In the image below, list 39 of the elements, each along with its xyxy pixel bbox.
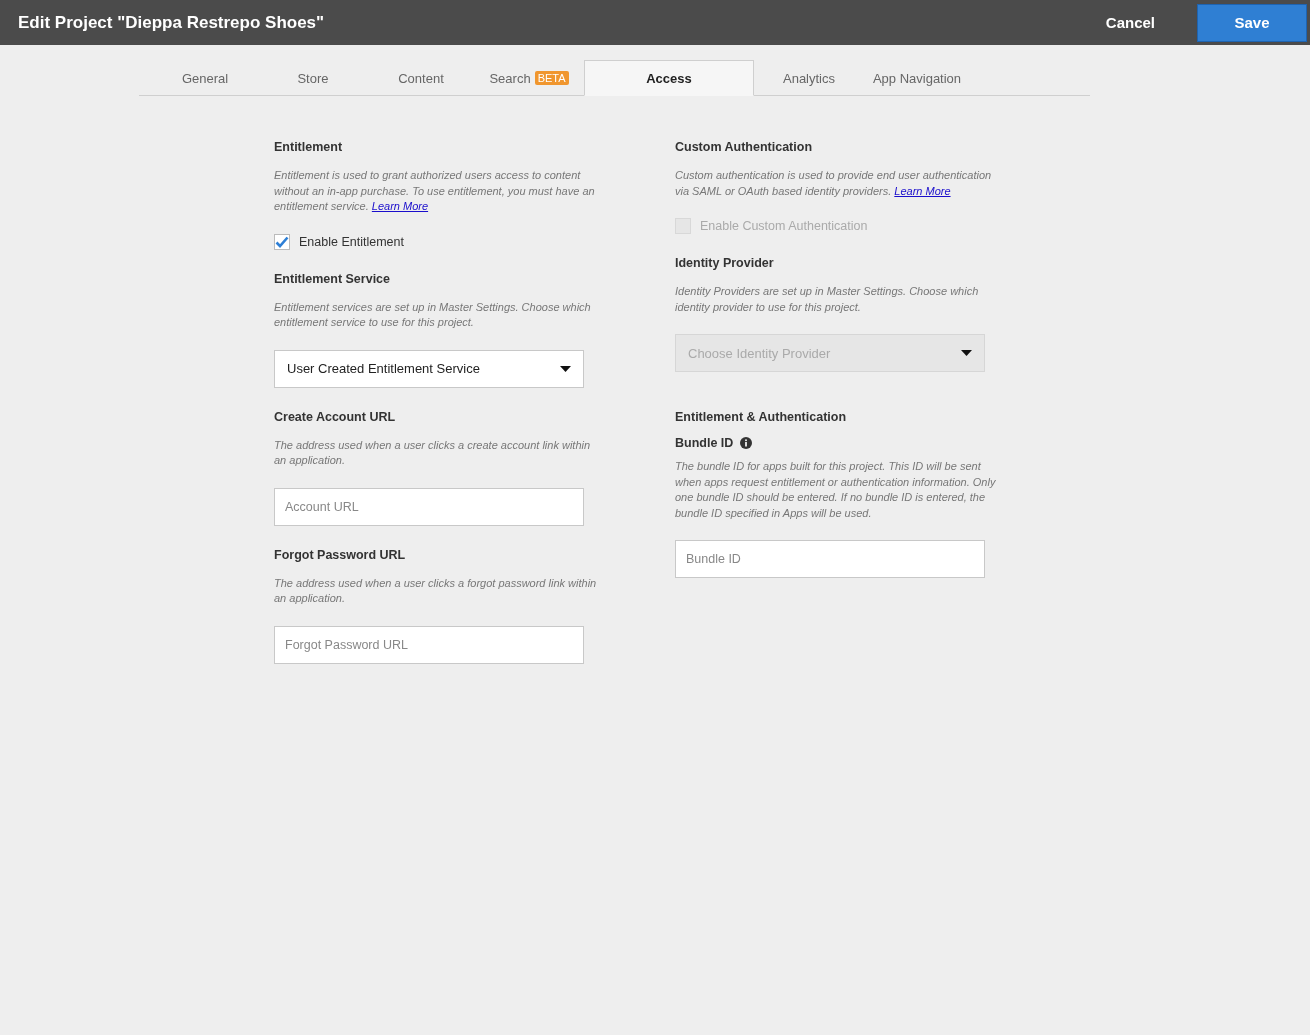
description-text: The address used when a user clicks a forgot password link within an application. [274, 575, 598, 606]
section-heading: Forgot Password URL [274, 547, 407, 562]
tab[interactable]: Content [367, 60, 475, 96]
caret-icon [961, 350, 972, 356]
description-text: The bundle ID for apps built for this project. This ID will be sent when apps request entitlement or authentication information. Only one bundle ID should be entered. If no bundle ID is entered, the bundle ID specified in Apps will be used. [675, 459, 997, 521]
window-title: Edit Project "Dieppa Restrepo Shoes" [18, 12, 325, 33]
field-label: Bundle ID [675, 436, 734, 450]
save-button[interactable]: Save [1197, 3, 1307, 42]
cancel-button[interactable]: Cancel [1099, 8, 1161, 37]
description-text: Entitlement is used to grant authorized users access to content without an in-app purchase. To use entitlement, you must have an entitlement service. Learn More [274, 168, 596, 214]
tab[interactable]: App Navigation [863, 60, 971, 96]
tab[interactable]: Search BETA [475, 60, 583, 96]
input-field[interactable]: Account URL [274, 487, 584, 526]
caret-icon [560, 365, 571, 372]
tab[interactable]: General [151, 60, 259, 96]
checkbox[interactable] [274, 233, 290, 250]
section-heading: Create Account URL [274, 409, 397, 424]
description-text: Entitlement services are set up in Master Settings. Choose which entitlement service to use for this project. [274, 299, 592, 330]
info-icon[interactable] [740, 437, 753, 449]
checkbox-label: Enable Custom Authentication [700, 219, 868, 233]
description-text: Identity Providers are set up in Master Settings. Choose which identity provider to use for this project. [675, 284, 980, 315]
tab[interactable]: Analytics [755, 60, 863, 96]
beta-badge: BETA [534, 71, 569, 85]
section-heading: Custom Authentication [675, 140, 814, 154]
section-heading: Entitlement & Authentication [675, 410, 848, 424]
learn-more-link[interactable]: Learn More [371, 200, 429, 212]
input-field[interactable]: Bundle ID [675, 540, 985, 578]
description-text: Custom authentication is used to provide end user authentication via SAML or OAuth based identity providers. Learn More [675, 168, 993, 199]
dropdown: Choose Identity Provider [675, 334, 985, 372]
description-text: The address used when a user clicks a create account link within an application. [274, 437, 592, 468]
tab[interactable]: Access [584, 60, 754, 96]
section-heading: Entitlement [274, 140, 344, 154]
input-field[interactable]: Forgot Password URL [274, 625, 584, 664]
tab[interactable]: Store [259, 60, 367, 96]
section-heading: Entitlement Service [274, 271, 391, 286]
section-heading: Identity Provider [675, 256, 775, 270]
dropdown[interactable]: User Created Entitlement Service [274, 349, 584, 388]
learn-more-link[interactable]: Learn More [894, 184, 951, 197]
checkbox-label: Enable Entitlement [299, 234, 404, 249]
